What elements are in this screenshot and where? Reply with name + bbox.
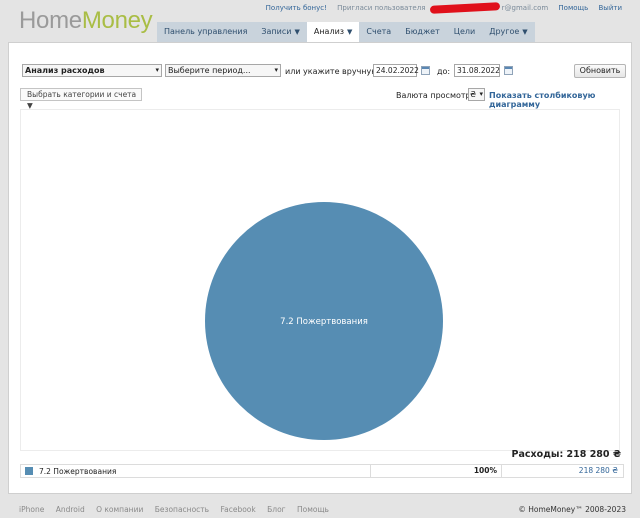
footer-link-about[interactable]: О компании: [96, 505, 143, 514]
main-nav: Панель управления Записи ▼ Анализ ▼ Счета …: [157, 22, 535, 42]
chevron-down-icon: ▾: [155, 66, 159, 74]
chevron-down-icon: ▾: [274, 66, 278, 74]
chevron-down-icon: ▼: [294, 28, 300, 36]
report-type-select[interactable]: Анализ расходов ▾: [22, 64, 162, 77]
top-links: Получить бонус! Пригласи пользователя r@…: [266, 2, 622, 14]
tab-label: Анализ: [313, 27, 345, 36]
currency-select[interactable]: ₴ ▾: [468, 88, 485, 101]
redacted-email-mark: [429, 2, 500, 14]
logo-money-text: Money: [81, 7, 153, 34]
tab-goals[interactable]: Цели: [446, 22, 483, 42]
date-to-label: до:: [437, 67, 451, 76]
tab-analysis[interactable]: Анализ ▼: [306, 22, 360, 42]
logo-home-text: Home: [19, 7, 82, 34]
tab-label: Записи: [261, 27, 292, 36]
expenses-total: Расходы: 218 280 ₴: [511, 449, 621, 460]
help-link[interactable]: Помощь: [558, 4, 588, 12]
invite-user-link[interactable]: Пригласи пользователя: [337, 4, 425, 12]
refresh-button[interactable]: Обновить: [574, 64, 626, 78]
period-select[interactable]: Выберите период... ▾: [165, 64, 281, 77]
tab-label: Другое: [489, 27, 520, 36]
currency-label: Валюта просмотра:: [396, 91, 479, 100]
legend-row: 7.2 Пожертвования 100% 218 280 ₴: [20, 464, 624, 478]
user-email: r@gmail.com: [501, 4, 549, 12]
tab-dashboard[interactable]: Панель управления: [157, 22, 255, 42]
legend-swatch: [25, 467, 33, 475]
footer-link-blog[interactable]: Блог: [267, 505, 285, 514]
pie-slice-label: 7.2 Пожертвования: [280, 317, 368, 327]
copyright: © HomeMoney™ 2008-2023: [518, 505, 626, 514]
tab-accounts[interactable]: Счета: [359, 22, 399, 42]
date-from-input[interactable]: 24.02.2022: [373, 64, 419, 77]
legend-percent: 100%: [371, 465, 502, 477]
chevron-down-icon: ▼: [522, 28, 528, 36]
report-type-value: Анализ расходов: [25, 66, 105, 75]
chevron-down-icon: ▼: [347, 28, 353, 36]
footer-link-security[interactable]: Безопасность: [155, 505, 209, 514]
tab-label: Панель управления: [164, 27, 248, 36]
footer-links: iPhone Android О компании Безопасность F…: [19, 505, 338, 514]
tab-budget[interactable]: Бюджет: [398, 22, 447, 42]
calendar-icon[interactable]: [421, 66, 430, 75]
pie-chart-area: 7.2 Пожертвования: [20, 109, 620, 451]
footer-link-facebook[interactable]: Facebook: [220, 505, 255, 514]
tab-label: Бюджет: [405, 27, 440, 36]
calendar-icon[interactable]: [504, 66, 513, 75]
legend-amount-link[interactable]: 218 280 ₴: [502, 465, 623, 477]
footer-link-iphone[interactable]: iPhone: [19, 505, 44, 514]
select-categories-button[interactable]: Выбрать категории и счета ▼: [20, 88, 142, 110]
pie-chart: 7.2 Пожертвования: [205, 202, 443, 440]
tab-label: Счета: [366, 27, 392, 36]
app-logo[interactable]: HomeMoney: [19, 7, 153, 35]
legend-label: 7.2 Пожертвования: [39, 466, 117, 476]
legend-label-cell: 7.2 Пожертвования: [21, 465, 371, 477]
get-bonus-link[interactable]: Получить бонус!: [266, 4, 327, 12]
tab-label: Цели: [453, 27, 476, 36]
period-value: Выберите период...: [168, 66, 251, 75]
tab-records[interactable]: Записи ▼: [254, 22, 307, 42]
currency-value: ₴: [470, 90, 477, 99]
footer-link-help[interactable]: Помощь: [297, 505, 329, 514]
chevron-down-icon: ▾: [479, 90, 483, 98]
logout-link[interactable]: Выйти: [598, 4, 622, 12]
footer-link-android[interactable]: Android: [56, 505, 85, 514]
show-bar-chart-link[interactable]: Показать столбиковую диаграмму: [489, 91, 631, 109]
tab-other[interactable]: Другое ▼: [482, 22, 535, 42]
date-to-input[interactable]: 31.08.2022: [454, 64, 500, 77]
analysis-panel: Анализ расходов ▾ Выберите период... ▾ и…: [8, 42, 632, 494]
